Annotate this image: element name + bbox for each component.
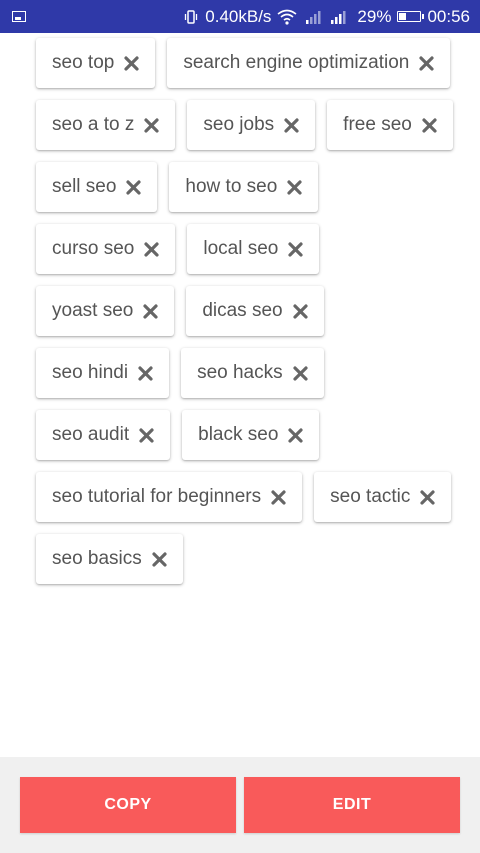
close-icon[interactable]: [142, 303, 159, 320]
clock: 00:56: [427, 6, 470, 26]
close-icon[interactable]: [287, 427, 304, 444]
signal-icon: [303, 9, 323, 25]
keyword-chip[interactable]: local seo: [187, 224, 320, 274]
chip-label: search engine optimization: [183, 52, 410, 73]
chip-label: seo a to z: [52, 114, 135, 135]
keyword-chip[interactable]: seo top: [36, 38, 156, 88]
chip-label: seo hindi: [52, 362, 129, 383]
keyword-chip[interactable]: seo hindi: [36, 348, 170, 398]
keyword-chip[interactable]: free seo: [327, 100, 453, 150]
keyword-chip[interactable]: black seo: [182, 410, 320, 460]
chip-label: seo tutorial for beginners: [52, 486, 262, 507]
close-icon[interactable]: [418, 55, 435, 72]
close-icon[interactable]: [286, 179, 303, 196]
keyword-chip[interactable]: seo audit: [36, 410, 171, 460]
close-icon[interactable]: [151, 551, 168, 568]
keyword-chip[interactable]: seo tactic: [314, 472, 452, 522]
keyword-chip[interactable]: how to seo: [169, 162, 319, 212]
keyword-chip[interactable]: seo hacks: [181, 348, 324, 398]
status-left: [10, 11, 26, 22]
chip-label: dicas seo: [202, 300, 283, 321]
close-icon[interactable]: [138, 427, 155, 444]
keyword-chip[interactable]: curso seo: [36, 224, 176, 274]
keyword-chips: seo top search engine optimization seo a t…: [36, 38, 456, 584]
chip-label: seo hacks: [197, 362, 283, 383]
close-icon[interactable]: [137, 365, 154, 382]
chip-label: yoast seo: [52, 300, 134, 321]
close-icon[interactable]: [287, 241, 304, 258]
close-icon[interactable]: [292, 365, 309, 382]
battery-icon: [397, 11, 425, 22]
close-icon[interactable]: [421, 117, 438, 134]
keyword-chip[interactable]: dicas seo: [186, 286, 324, 336]
action-bar: COPY EDIT: [0, 757, 480, 853]
chip-label: free seo: [343, 114, 412, 135]
chip-label: black seo: [198, 424, 279, 445]
close-icon[interactable]: [292, 303, 309, 320]
chip-label: seo tactic: [330, 486, 411, 507]
close-icon[interactable]: [419, 489, 436, 506]
chip-label: seo jobs: [203, 114, 275, 135]
chip-label: local seo: [203, 238, 279, 259]
keyword-chip[interactable]: seo tutorial for beginners: [36, 472, 303, 522]
chip-label: seo basics: [52, 548, 142, 569]
keyword-list-panel: seo top search engine optimization seo a t…: [0, 33, 480, 757]
vibrate-icon: [183, 9, 199, 25]
signal-icon: [329, 9, 351, 25]
chip-label: seo top: [52, 52, 115, 73]
keyword-chip[interactable]: sell seo: [36, 162, 158, 212]
close-icon[interactable]: [123, 55, 140, 72]
battery-level: [399, 13, 406, 20]
notification-icon: [12, 11, 26, 22]
keyword-chip[interactable]: seo basics: [36, 534, 183, 584]
network-speed: 0.40kB/s: [205, 6, 272, 26]
chip-label: seo audit: [52, 424, 130, 445]
keyword-chip[interactable]: seo a to z: [36, 100, 176, 150]
chip-label: sell seo: [52, 176, 117, 197]
edit-button[interactable]: EDIT: [244, 777, 460, 833]
copy-button[interactable]: COPY: [20, 777, 236, 833]
battery-percent: 29%: [357, 6, 392, 26]
close-icon[interactable]: [125, 179, 142, 196]
chip-label: curso seo: [52, 238, 135, 259]
close-icon[interactable]: [143, 117, 160, 134]
keyword-chip[interactable]: yoast seo: [36, 286, 175, 336]
close-icon[interactable]: [270, 489, 287, 506]
keyword-chip[interactable]: search engine optimization: [167, 38, 451, 88]
close-icon[interactable]: [143, 241, 160, 258]
chip-label: how to seo: [185, 176, 278, 197]
wifi-icon: [277, 9, 297, 25]
status-bar: 0.40kB/s 29% 00:56: [0, 0, 480, 33]
close-icon[interactable]: [283, 117, 300, 134]
keyword-chip[interactable]: seo jobs: [187, 100, 316, 150]
status-right: 0.40kB/s 29% 00:56: [183, 7, 470, 27]
